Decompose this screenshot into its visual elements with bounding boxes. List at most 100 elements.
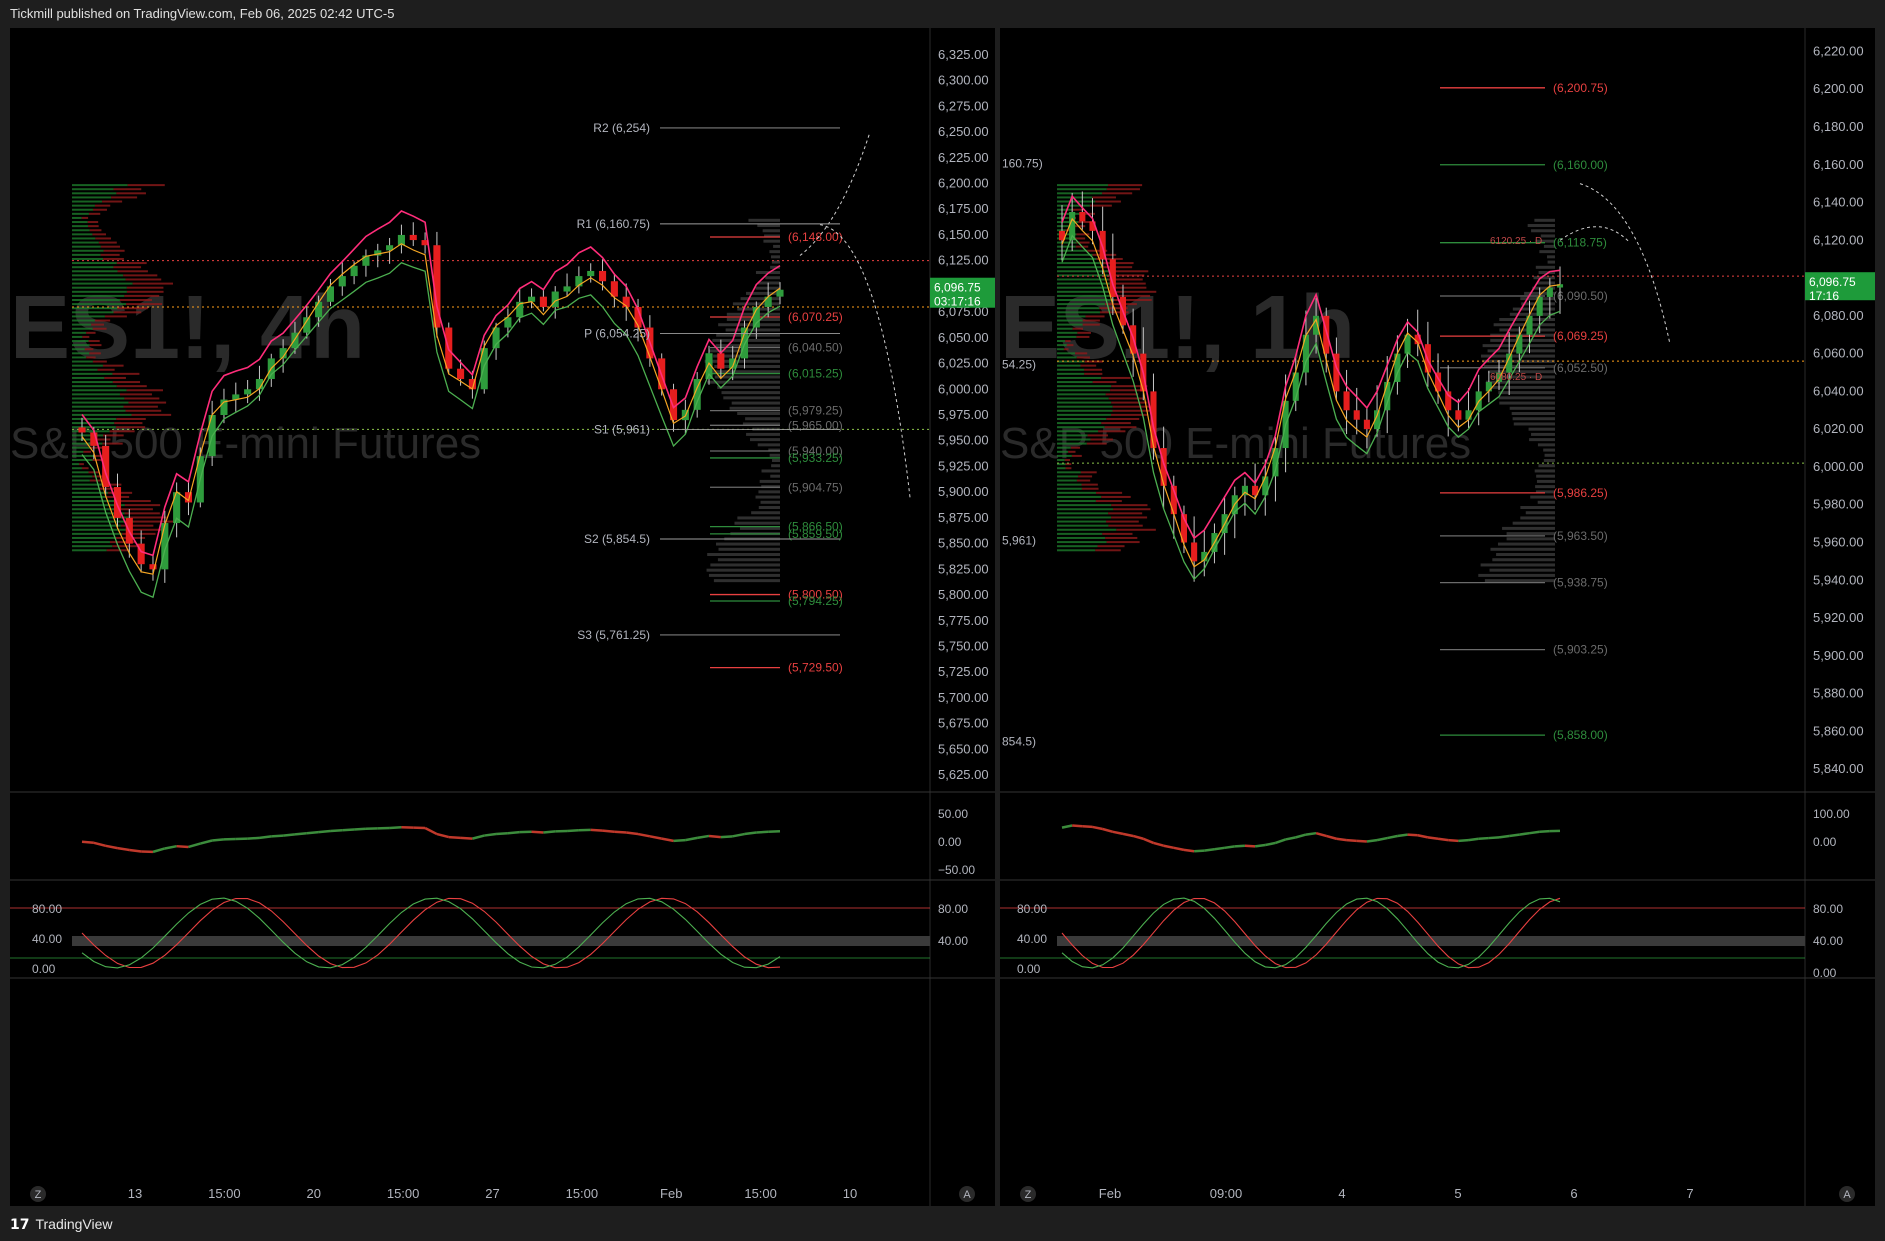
volume-profile-bar: [72, 266, 114, 269]
volume-profile-bar: [1076, 356, 1090, 359]
stoch-k-line: [1061, 897, 1561, 969]
session-profile-bar: [734, 521, 780, 525]
level-label: (5,986.25): [1553, 486, 1608, 500]
time-axis-label: 5: [1454, 1186, 1461, 1201]
rsi-segment: [1061, 824, 1073, 829]
chart-pane-4h[interactable]: ES1!, 4h S&P 500 E-mini Futures 6,325.00 6,…: [10, 28, 995, 1206]
level-label: (5,729.50): [788, 661, 843, 675]
volume-profile-bar: [72, 417, 117, 420]
rsi-segment: [424, 826, 438, 836]
session-profile-bar: [770, 474, 780, 478]
rsi-segment: [696, 834, 710, 840]
session-profile-bar: [760, 500, 780, 504]
price-axis-label: 6,180.00: [1813, 119, 1864, 134]
volume-profile-bar: [72, 352, 90, 355]
rsi-segment: [1468, 837, 1479, 842]
volume-profile-bar: [72, 188, 114, 191]
stoch-axis-label: 40.00: [938, 934, 968, 948]
rsi-segment: [1214, 846, 1225, 851]
rsi-segment: [1529, 830, 1540, 835]
volume-profile-bar: [72, 221, 88, 224]
rsi-segment: [342, 828, 355, 832]
session-profile-bar: [729, 406, 780, 410]
pivot-edge-label: 5,961): [1002, 534, 1036, 548]
volume-profile-bar: [124, 294, 160, 297]
time-axis-label: 27: [485, 1186, 499, 1201]
level-label: (5,903.25): [1553, 643, 1608, 657]
session-profile-bar: [1490, 547, 1555, 551]
volume-profile-bar: [1057, 303, 1105, 306]
volume-profile-bar: [1110, 389, 1146, 392]
time-axis-label: 7: [1686, 1186, 1693, 1201]
volume-profile-bar: [72, 491, 109, 494]
volume-profile-bar: [72, 364, 103, 367]
volume-profile-bar: [1057, 422, 1102, 425]
rsi-segment: [318, 829, 331, 834]
volume-profile-bar: [1065, 467, 1072, 470]
session-profile-bar: [1480, 563, 1555, 567]
volume-profile-bar: [72, 237, 96, 240]
volume-profile-bar: [1082, 319, 1100, 322]
stoch-axis-label-left: 0.00: [32, 962, 56, 976]
volume-profile-bar: [72, 253, 101, 256]
volume-profile-bar: [1110, 286, 1147, 289]
volume-profile-bar: [1076, 479, 1091, 482]
volume-profile-bar: [1057, 454, 1072, 457]
rsi-segment: [1488, 836, 1500, 840]
time-axis-label: Feb: [660, 1186, 682, 1201]
volume-profile-bar: [1111, 270, 1149, 273]
volume-profile-bar: [120, 508, 153, 511]
rsi-axis-label: 0.00: [1813, 835, 1837, 849]
session-profile-bar: [713, 579, 780, 583]
volume-profile-bar: [92, 360, 107, 363]
rsi-segment: [1285, 836, 1297, 841]
stoch-axis-label: 80.00: [938, 902, 968, 916]
level-label: (6,070.25): [788, 310, 843, 324]
chart-pane-1h[interactable]: ES1!, 1h S&P 500 E-mini Futures 6,220.00 6,…: [1000, 28, 1875, 1206]
volume-profile-bar: [72, 434, 104, 437]
session-profile-bar: [1531, 229, 1555, 233]
volume-profile-bar: [72, 344, 90, 347]
session-profile-bar: [1484, 579, 1555, 583]
time-axis-label: 15:00: [208, 1186, 241, 1201]
volume-profile-bar: [1116, 528, 1156, 531]
session-profile-bar: [1536, 474, 1555, 478]
stoch-axis-label: 0.00: [1813, 966, 1837, 980]
session-profile-bar: [712, 370, 780, 374]
time-axis-label: 10: [843, 1186, 857, 1201]
rsi-segment: [1194, 849, 1205, 853]
volume-profile-bar: [1057, 500, 1096, 503]
rsi-segment: [708, 834, 721, 839]
stoch-axis-label-left: 0.00: [1017, 962, 1041, 976]
volume-profile-bar: [1080, 364, 1097, 367]
rsi-segment: [1153, 841, 1164, 847]
chart-1h-svg[interactable]: ES1!, 1hS&P 500 E-mini Futures6,220.006,…: [1000, 28, 1875, 1206]
volume-profile-bar: [1111, 401, 1148, 404]
session-profile-bar: [758, 506, 780, 510]
session-profile-bar: [1536, 281, 1555, 285]
stoch-axis-label-left: 80.00: [32, 902, 62, 916]
pivot-edge-label: 160.75): [1002, 156, 1043, 170]
session-profile-bar: [716, 333, 780, 337]
volume-profile-bar: [1081, 487, 1099, 490]
volume-profile-bar: [72, 356, 87, 359]
chart-4h-svg[interactable]: ES1!, 4hS&P 500 E-mini Futures6,325.006,…: [10, 28, 995, 1206]
volume-profile-bar: [1077, 331, 1091, 334]
session-profile-bar: [707, 553, 780, 557]
price-axis-label: 5,960.00: [1813, 534, 1864, 549]
candle-body: [1516, 334, 1523, 354]
candle-body: [315, 301, 323, 318]
rsi-segment: [649, 835, 662, 840]
volume-profile-bar: [83, 450, 92, 453]
volume-profile-bar: [1072, 208, 1084, 211]
pivot-label: P (6,054.25): [584, 326, 650, 340]
volume-profile-bar: [72, 430, 110, 433]
rsi-segment: [1386, 834, 1398, 840]
rsi-segment: [460, 836, 473, 840]
time-axis-label: 15:00: [387, 1186, 420, 1201]
price-axis-label: 5,840.00: [1813, 761, 1864, 776]
volume-profile-bar: [1057, 315, 1086, 318]
volume-profile-bar: [84, 348, 94, 351]
volume-profile-bar: [72, 184, 128, 187]
volume-profile-bar: [1095, 500, 1122, 503]
